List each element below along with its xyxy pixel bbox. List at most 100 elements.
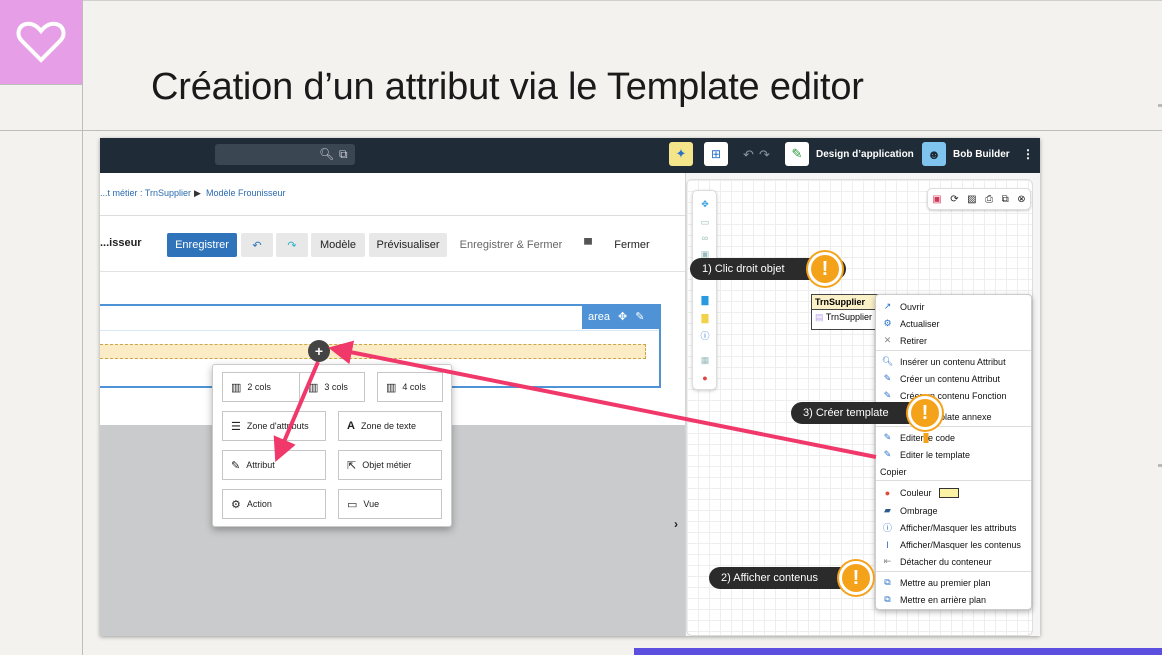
diagram-toolbar: ✥ ▭ ∞ ▣ ▇ ▇ ⓘ ▦ ● [692, 190, 717, 390]
comment-icon[interactable]: ▭ [699, 217, 711, 227]
insert-view[interactable]: ▭ Vue [338, 489, 442, 519]
accent-bar [634, 648, 1162, 655]
insert-attribute[interactable]: ✎ Attribut [222, 450, 326, 480]
color-swatch[interactable] [938, 487, 959, 498]
image-icon[interactable]: ▨ [967, 194, 976, 205]
flow-button[interactable]: ⊞ [704, 142, 728, 166]
puzzle-button[interactable]: ✦ [669, 142, 693, 166]
save-button[interactable]: Enregistrer [167, 233, 237, 257]
user-icon: ☻ [927, 146, 941, 162]
ctx-edit-code[interactable]: ✎ Editer le code [882, 431, 955, 444]
insert-4cols[interactable]: ▥ 4 cols [377, 372, 443, 402]
area-tag[interactable]: area ✥ ✎ [582, 304, 661, 329]
ctx-create-attribute[interactable]: ✎ Créer un contenu Attribut [882, 372, 1000, 385]
edit-icon[interactable]: ✎ [635, 310, 644, 323]
editor-title: ...isseur [100, 237, 142, 249]
insert-attribute-zone[interactable]: ☰ Zone d'attributs [222, 411, 326, 441]
info-icon[interactable]: ⓘ [699, 331, 711, 341]
close-button[interactable]: Fermer [608, 233, 656, 257]
divider [82, 0, 1162, 1]
avatar[interactable]: ☻ [922, 142, 946, 166]
edit-icon: ✎ [883, 432, 892, 442]
grid-icon[interactable]: ▦ [699, 355, 711, 365]
undo-icon[interactable]: ↶ [743, 147, 754, 163]
divider [1158, 104, 1162, 107]
app-topbar: 🔍︎ ⧉ ✦ ⊞ ↶ ↷ ✎ Design d’application ☻ Bo… [100, 138, 1040, 173]
search-icon: 🔍︎ [881, 356, 894, 366]
ctx-create-function[interactable]: ✎ Créer un contenu Fonction [882, 389, 1007, 402]
comment-button[interactable]: ▀ [576, 233, 600, 257]
redo-icon[interactable]: ↷ [759, 147, 770, 163]
columns-icon: ▥ [386, 381, 397, 394]
drop-zone[interactable] [100, 344, 646, 359]
ctx-color[interactable]: ● Couleur [882, 486, 959, 499]
slide: Création d’un attribut via le Template e… [0, 0, 1162, 655]
insert-3cols[interactable]: ▥ 3 cols [299, 372, 365, 402]
ctx-refresh[interactable]: ⚙ Actualiser [882, 317, 939, 330]
search-icon[interactable]: 🔍︎ [319, 147, 334, 161]
ctx-send-back[interactable]: ⧉ Mettre en arrière plan [882, 593, 986, 606]
app-design-icon[interactable]: ✎ [785, 142, 809, 166]
area-label: area [588, 310, 611, 323]
color-icon[interactable]: ● [699, 373, 711, 383]
context-menu: ↗ Ouvrir ⚙ Actualiser ✕ Retirer 🔍︎ Insérer u… [875, 294, 1032, 610]
ctx-open[interactable]: ↗ Ouvrir [882, 300, 925, 313]
editor-panel: ...t métier : TrnSupplier ▶ Modèle Froun… [100, 173, 685, 636]
callout-step3: 3) Créer template [791, 402, 921, 424]
close-icon: ✕ [883, 335, 892, 345]
shadow-icon: ▰ [884, 505, 891, 515]
ctx-copy[interactable]: Copier [880, 465, 907, 478]
ctx-edit-template[interactable]: ✎ Editer le template [882, 448, 970, 461]
undo-icon: ↶ [252, 239, 262, 252]
external-link-icon[interactable]: ⧉ [1002, 194, 1009, 205]
gear-icon: ⚙ [231, 498, 241, 511]
refresh-icon[interactable]: ⟳ [950, 194, 958, 205]
divider [876, 571, 1031, 572]
link-icon[interactable]: ∞ [699, 233, 711, 243]
redo-icon: ↷ [287, 239, 297, 252]
edit-icon: ✎ [883, 449, 892, 459]
redo-button[interactable]: ↷ [276, 233, 308, 257]
save-close-button[interactable]: Enregistrer & Fermer [456, 233, 566, 257]
search-input[interactable]: 🔍︎ ⧉ [215, 144, 355, 165]
window-icon: ▭ [347, 498, 358, 511]
ctx-shadow[interactable]: ▰ Ombrage [882, 504, 938, 517]
user-name[interactable]: Bob Builder [953, 149, 1010, 160]
insert-business-object[interactable]: ⇱ Objet métier [338, 450, 442, 480]
ctx-toggle-contents[interactable]: I Afficher/Masquer les contenus [882, 538, 1021, 551]
insert-action[interactable]: ⚙ Action [222, 489, 326, 519]
tools-icon: ✎ [791, 146, 803, 161]
preview-button[interactable]: Prévisualiser [369, 233, 447, 257]
ctx-toggle-attributes[interactable]: ⓘ Afficher/Masquer les attributs [882, 521, 1016, 534]
add-content-button[interactable]: + [308, 340, 330, 362]
move-icon[interactable]: ✥ [699, 199, 711, 209]
class-box[interactable]: TrnSupplier ▤ TrnSupplier [811, 294, 879, 330]
ctx-bring-front[interactable]: ⧉ Mettre au premier plan [882, 576, 990, 589]
ctx-insert-attribute[interactable]: 🔍︎ Insérer un contenu Attribut [882, 355, 1006, 368]
save-icon[interactable]: ▣ [932, 194, 941, 205]
columns-icon: ▥ [308, 381, 319, 394]
slide-title: Création d’un attribut via le Template e… [151, 66, 864, 108]
move-icon[interactable]: ✥ [618, 310, 627, 323]
breadcrumb-item[interactable]: ...t métier : TrnSupplier [100, 188, 191, 198]
print-icon[interactable]: ⎙ [985, 194, 993, 205]
heart-icon [16, 21, 66, 63]
close-icon[interactable]: ⊗ [1017, 194, 1025, 205]
model-button[interactable]: Modèle [311, 233, 365, 257]
ctx-remove[interactable]: ✕ Retirer [882, 334, 927, 347]
external-icon: ⇱ [347, 459, 357, 472]
ctx-detach[interactable]: ⇤ Détacher du conteneur [882, 555, 992, 568]
app-screenshot: 🔍︎ ⧉ ✦ ⊞ ↶ ↷ ✎ Design d’application ☻ Bo… [100, 138, 1040, 636]
undo-button[interactable]: ↶ [241, 233, 273, 257]
more-menu-icon[interactable]: ⋮ [1022, 147, 1034, 161]
divider [0, 130, 1162, 131]
divider [1158, 464, 1162, 467]
insert-text-zone[interactable]: A Zone de texte [338, 411, 442, 441]
breadcrumb-item[interactable]: Modèle Frounisseur [206, 188, 286, 198]
note-icon[interactable]: ▇ [699, 313, 711, 323]
app-name[interactable]: Design d’application [816, 149, 914, 160]
chevron-right-icon[interactable]: › [674, 517, 678, 531]
insert-content-menu: ▥ 2 cols ▥ 3 cols ▥ 4 cols ☰ Zone d'attribut… [212, 364, 452, 527]
package-icon[interactable]: ▇ [699, 295, 711, 305]
external-link-icon[interactable]: ⧉ [339, 147, 348, 162]
